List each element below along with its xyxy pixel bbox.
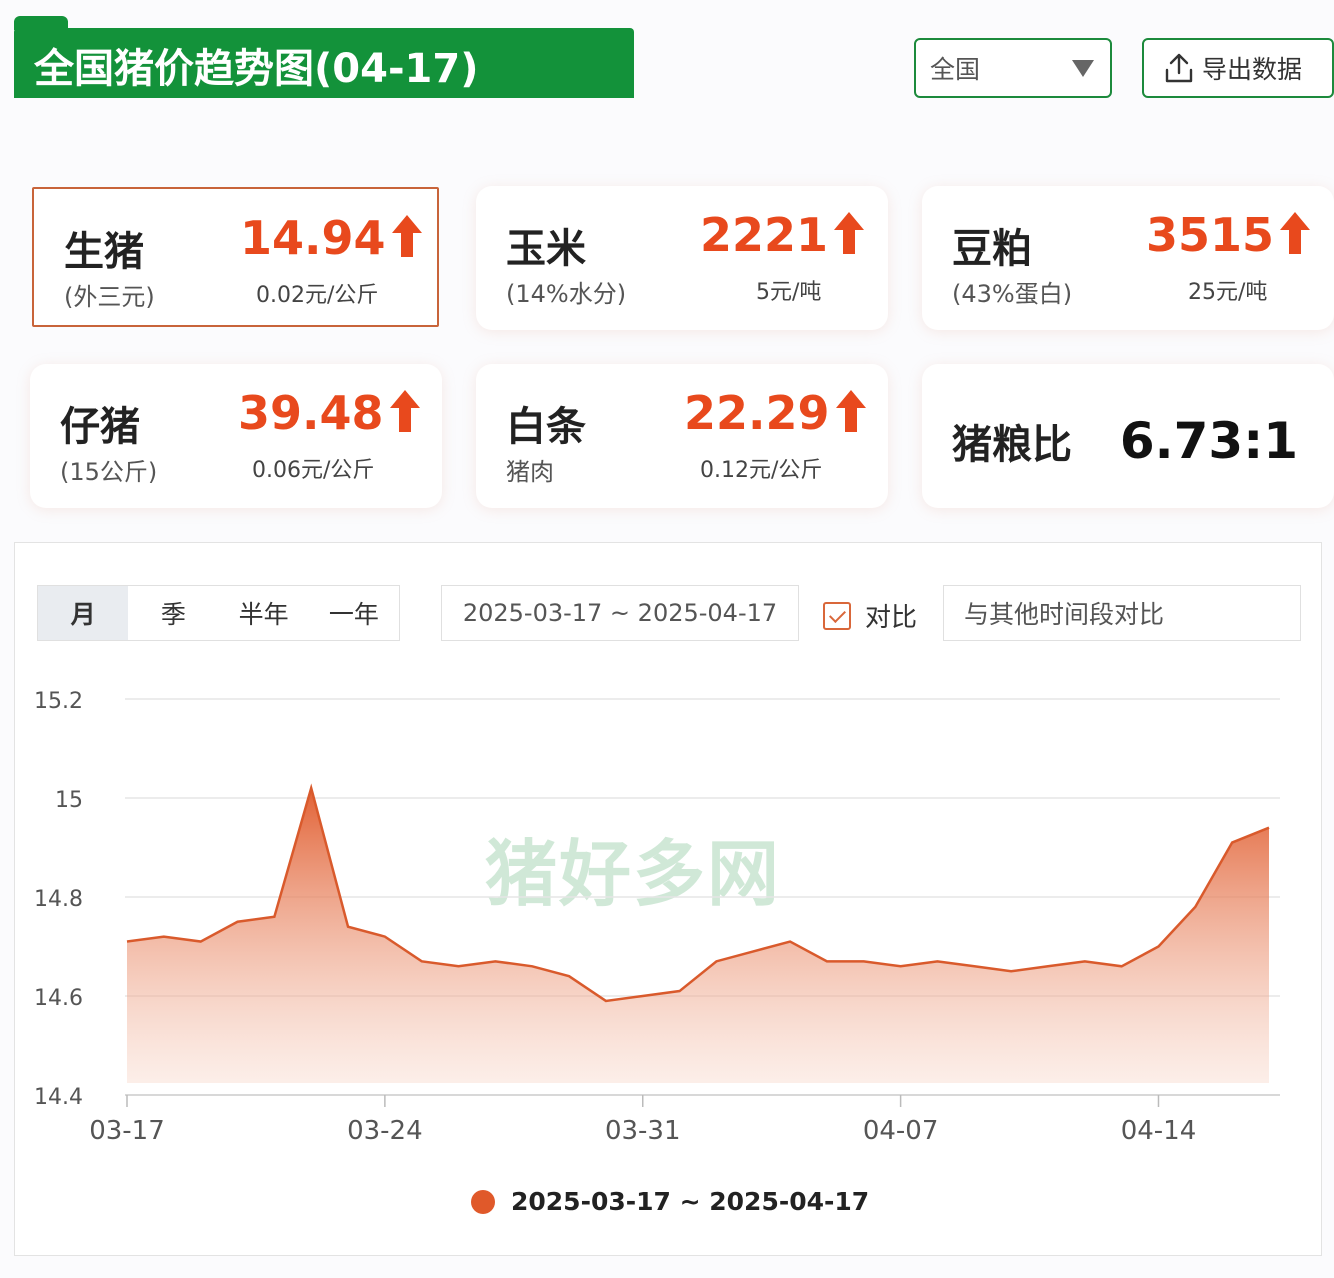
y-tick-label: 14.8: [34, 887, 83, 912]
y-tick-label: 14.4: [34, 1085, 83, 1110]
card-delta: 0.06元/公斤: [252, 458, 375, 483]
export-data-label: 导出数据: [1202, 55, 1303, 84]
card-pork-carcass[interactable]: 白条 猪肉 22.29 0.12元/公斤: [476, 364, 888, 508]
card-delta: 25元/吨: [1188, 280, 1268, 305]
legend-series-label: 2025-03-17 ~ 2025-04-17: [511, 1187, 870, 1216]
legend-dot: [471, 1189, 495, 1214]
region-select-value: 全国: [930, 55, 981, 84]
card-hog-grain-ratio[interactable]: 猪粮比 6.73:1: [922, 364, 1334, 508]
x-tick-label: 04-07: [863, 1116, 939, 1146]
chart-legend[interactable]: 2025-03-17 ~ 2025-04-17: [471, 1187, 869, 1216]
card-name: 豆粕: [952, 226, 1032, 272]
card-price: 14.94: [240, 211, 424, 265]
export-data-button[interactable]: 导出数据: [1142, 38, 1334, 98]
card-price: 39.48: [238, 386, 422, 440]
card-name: 生猪: [64, 229, 144, 275]
card-name: 玉米: [506, 226, 586, 272]
y-tick-label: 14.6: [34, 986, 83, 1011]
card-corn[interactable]: 玉米 (14%水分) 2221 5元/吨: [476, 186, 888, 330]
card-price-value: 2221: [700, 208, 829, 262]
card-delta: 5元/吨: [756, 280, 822, 305]
card-sub: (外三元): [64, 283, 155, 311]
card-soybean-meal[interactable]: 豆粕 (43%蛋白) 3515 25元/吨: [922, 186, 1334, 330]
card-price: 3515: [1146, 208, 1312, 262]
upload-icon: [1165, 53, 1193, 83]
card-price: 22.29: [684, 386, 868, 440]
card-live-hog[interactable]: 生猪 (外三元) 14.94 0.02元/公斤: [32, 187, 439, 327]
arrow-up-icon: [834, 212, 865, 254]
card-piglet[interactable]: 仔猪 (15公斤) 39.48 0.06元/公斤: [30, 364, 442, 508]
card-price-value: 39.48: [238, 386, 384, 440]
card-price: 2221: [700, 208, 866, 262]
card-name: 仔猪: [60, 404, 140, 450]
arrow-up-icon: [835, 390, 866, 432]
card-name: 猪粮比: [952, 422, 1072, 468]
card-ratio-value: 6.73:1: [1119, 412, 1298, 470]
card-sub: (14%水分): [506, 280, 627, 308]
card-name: 白条: [506, 404, 586, 450]
card-sub: (15公斤): [60, 458, 158, 486]
x-tick-label: 03-17: [89, 1116, 165, 1146]
card-delta: 0.02元/公斤: [256, 283, 379, 308]
price-area-chart: 03-17 03-24 03-31 04-07 04-14 14.4 14.6 14.8 15…: [34, 689, 1280, 1146]
arrow-up-icon: [391, 215, 422, 257]
chevron-down-icon: [1072, 60, 1094, 77]
card-price-value: 14.94: [240, 211, 386, 265]
region-select[interactable]: 全国: [914, 38, 1112, 98]
chart-panel: 月 季 半年 一年 2025-03-17 ~ 2025-04-17 对比 与其他…: [14, 542, 1322, 1256]
x-tick-label: 03-31: [605, 1116, 681, 1146]
x-tick-label: 03-24: [347, 1116, 423, 1146]
title-banner: 全国猪价趋势图(04-17): [14, 16, 634, 98]
card-price-value: 22.29: [684, 386, 830, 440]
page-title: 全国猪价趋势图(04-17): [34, 46, 479, 92]
card-sub: 猪肉: [506, 458, 554, 486]
y-tick-label: 15.2: [34, 689, 83, 714]
x-tick-label: 04-14: [1121, 1116, 1197, 1146]
y-tick-label: 15: [55, 788, 83, 813]
card-delta: 0.12元/公斤: [700, 458, 823, 483]
arrow-up-icon: [389, 390, 420, 432]
card-price-value: 3515: [1146, 208, 1275, 262]
arrow-up-icon: [1280, 212, 1311, 254]
card-sub: (43%蛋白): [952, 280, 1073, 308]
